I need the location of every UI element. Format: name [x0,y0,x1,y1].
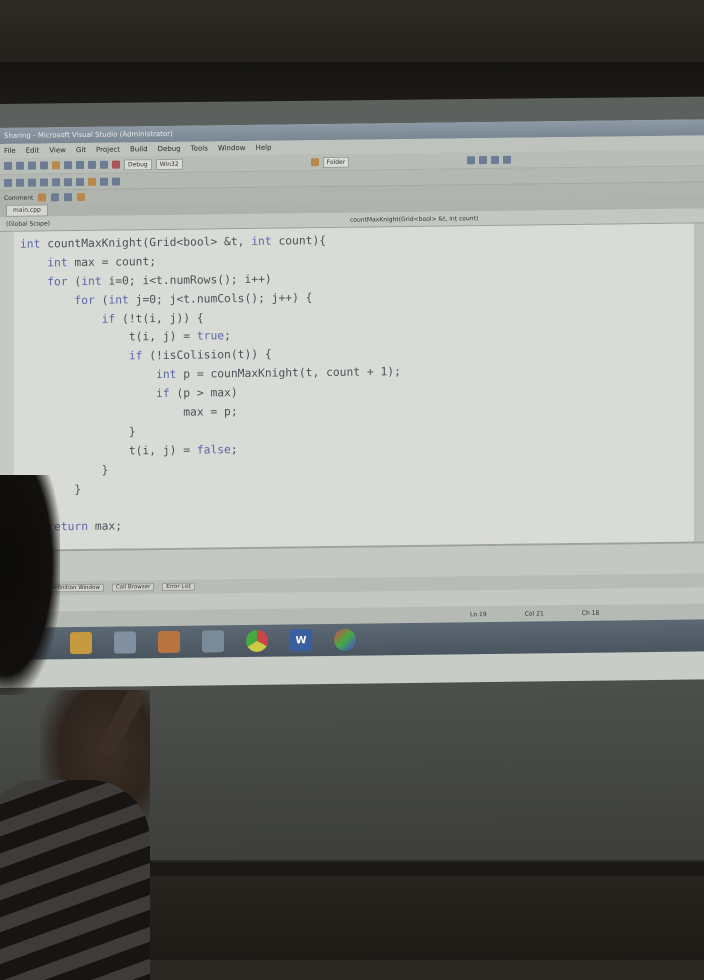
undo-icon[interactable] [88,160,96,169]
solution-platform-select[interactable]: Win32 [155,158,183,170]
explorer-icon[interactable] [70,631,92,655]
person-striped-shirt [0,780,150,980]
menu-file[interactable]: File [4,144,16,158]
comment-icon[interactable] [40,177,48,187]
commit-icon[interactable] [38,193,47,202]
menu-help[interactable]: Help [255,141,271,155]
bookmark-icon[interactable] [4,178,12,187]
toolbox-icon[interactable] [503,155,512,164]
find-icon[interactable] [467,156,476,165]
start-debug-icon[interactable] [112,160,120,169]
visual-studio-window: Sharing - Microsoft Visual Studio (Admin… [0,119,704,689]
member-dropdown[interactable]: countMaxKnight(Grid<bool> &t, int count) [336,215,478,224]
status-col: Col 21 [524,609,544,618]
person-hair [0,475,60,695]
indent-icon[interactable] [16,178,24,187]
vertical-scrollbar[interactable] [694,223,704,542]
new-project-icon[interactable] [4,161,12,170]
solution-explorer-icon[interactable] [479,156,488,165]
menu-debug[interactable]: Debug [158,142,181,156]
code-text: int countMaxKnight(Grid<bool> &t, int co… [20,228,694,538]
prev-bookmark-icon[interactable] [64,177,72,186]
tab-main-cpp[interactable]: main.cpp [6,204,48,217]
find-combo[interactable]: Folder [322,156,350,168]
projector-screen-bottom-edge [110,862,704,876]
uncomment-icon[interactable] [52,177,60,186]
menu-project[interactable]: Project [96,143,120,157]
code-editor[interactable]: int countMaxKnight(Grid<bool> &t, int co… [0,223,704,551]
paste-icon[interactable] [76,160,84,170]
status-ch: Ch 18 [581,609,600,617]
solution-config-select[interactable]: Debug [124,158,152,170]
history-icon[interactable] [77,192,86,202]
find-in-files-icon[interactable] [310,158,319,167]
next-bookmark-icon[interactable] [76,177,84,186]
room-ceiling [0,0,704,70]
media-icon[interactable] [158,630,180,654]
menu-tools[interactable]: Tools [191,141,208,155]
chrome-icon[interactable] [246,629,268,652]
paint-icon[interactable] [334,628,356,651]
open-file-icon[interactable] [16,161,24,170]
step-over-icon[interactable] [100,177,108,186]
tab-error-list[interactable]: Error List [162,582,195,592]
menu-git[interactable]: Git [76,143,86,157]
copy-icon[interactable] [64,161,72,170]
device-icon[interactable] [202,630,224,653]
menu-build[interactable]: Build [130,142,148,156]
output-panel: Code Definition Window Call Browser Erro… [0,541,704,612]
scope-dropdown[interactable]: (Global Scope) [0,216,336,228]
properties-icon[interactable] [491,155,500,164]
tab-call-browser[interactable]: Call Browser [111,583,155,592]
menu-window[interactable]: Window [218,141,246,155]
box-icon[interactable] [114,631,136,654]
save-all-icon[interactable] [40,161,48,170]
cut-icon[interactable] [52,161,60,170]
status-line: Ln 19 [470,610,487,618]
step-into-icon[interactable] [88,177,96,186]
save-icon[interactable] [28,161,36,170]
pull-icon[interactable] [51,193,60,202]
menu-edit[interactable]: Edit [26,144,40,158]
menu-view[interactable]: View [49,143,66,157]
step-out-icon[interactable] [112,177,120,186]
word-icon[interactable]: W [290,629,312,652]
commit-label[interactable]: Comment [4,194,33,201]
outdent-icon[interactable] [28,178,36,187]
push-icon[interactable] [64,193,73,202]
redo-icon[interactable] [100,160,108,169]
